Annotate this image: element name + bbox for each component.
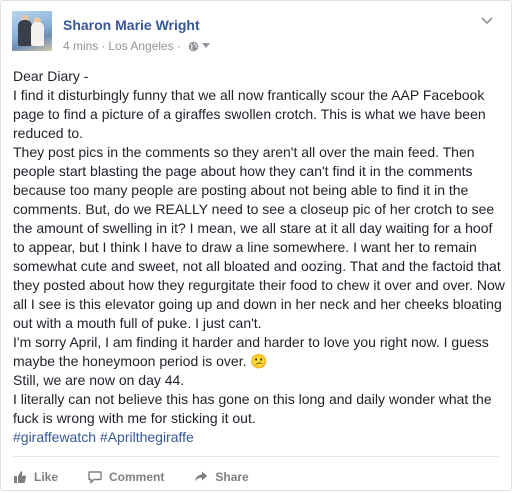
hashtag-link[interactable]: #giraffewatch bbox=[13, 429, 96, 445]
meta-separator: · bbox=[101, 39, 106, 53]
meta-separator: · bbox=[176, 39, 181, 53]
post-paragraph: I'm sorry April, I am finding it harder … bbox=[13, 334, 489, 369]
post-timestamp[interactable]: 4 mins bbox=[63, 39, 98, 53]
post-paragraph: Dear Diary - bbox=[13, 68, 89, 84]
post-paragraph: They post pics in the comments so they a… bbox=[13, 144, 505, 331]
hashtag-link[interactable]: #Aprilthegiraffe bbox=[100, 429, 194, 445]
author-name[interactable]: Sharon Marie Wright bbox=[63, 17, 200, 33]
action-bar: Like Comment Share bbox=[13, 464, 279, 490]
chevron-down-icon[interactable] bbox=[481, 17, 493, 25]
action-divider bbox=[13, 456, 499, 457]
caret-down-icon[interactable] bbox=[201, 43, 210, 49]
post-meta: 4 mins · Los Angeles · bbox=[63, 39, 210, 53]
post-header: Sharon Marie Wright 4 mins · Los Angeles… bbox=[12, 11, 501, 59]
like-label: Like bbox=[34, 470, 59, 484]
thumbs-up-icon bbox=[14, 471, 27, 483]
comment-label: Comment bbox=[109, 470, 165, 484]
post-paragraph: Still, we are now on day 44. bbox=[13, 372, 185, 388]
hashtag-line: #giraffewatch #Aprilthegiraffe bbox=[13, 428, 507, 447]
share-arrow-icon bbox=[195, 471, 208, 482]
like-button[interactable]: Like bbox=[13, 470, 58, 484]
share-label: Share bbox=[215, 470, 249, 484]
post-paragraph: I literally can not believe this has gon… bbox=[13, 391, 492, 426]
post-location[interactable]: Los Angeles bbox=[108, 39, 173, 53]
post-body: Dear Diary - I find it disturbingly funn… bbox=[13, 67, 507, 447]
post-card: Sharon Marie Wright 4 mins · Los Angeles… bbox=[0, 0, 512, 491]
comment-button[interactable]: Comment bbox=[88, 470, 164, 484]
share-button[interactable]: Share bbox=[194, 470, 249, 484]
comment-icon bbox=[88, 471, 102, 484]
avatar[interactable] bbox=[12, 11, 52, 51]
post-paragraph: I find it disturbingly funny that we all… bbox=[13, 87, 486, 141]
globe-icon[interactable] bbox=[188, 41, 199, 52]
